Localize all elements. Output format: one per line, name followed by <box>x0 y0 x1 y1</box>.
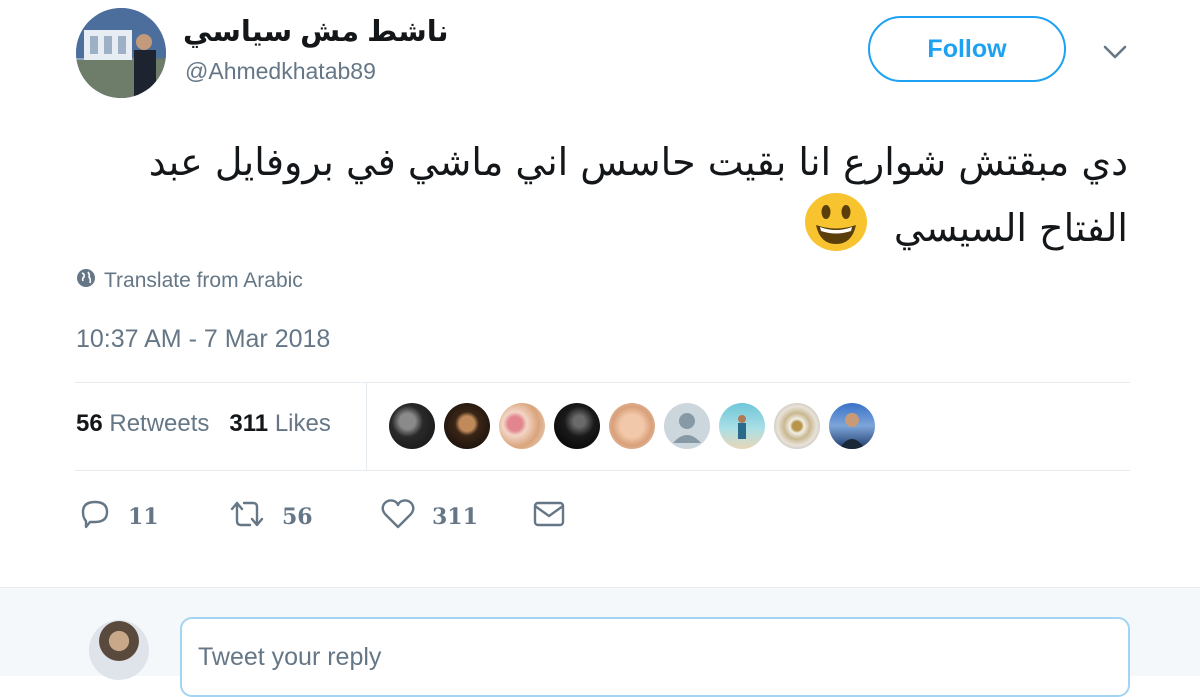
reply-count: 11 <box>128 503 159 530</box>
tweet-text-line-2-words: الفتاح السيسي <box>893 206 1128 250</box>
liker-avatar[interactable] <box>719 403 765 449</box>
heart-icon <box>380 497 416 536</box>
like-count: 311 <box>432 503 478 530</box>
liker-avatars <box>389 403 875 449</box>
tweet-text-line-2: الفتاح السيسي <box>80 192 1128 269</box>
retweets-stat-label: Retweets <box>109 410 210 437</box>
retweet-count: 56 <box>282 503 313 530</box>
stats-bottom-divider <box>75 470 1130 471</box>
liker-avatar[interactable] <box>389 403 435 449</box>
globe-icon <box>76 268 96 294</box>
stats-top-divider <box>75 382 1130 383</box>
reply-icon <box>78 497 112 536</box>
retweets-stat[interactable]: 56 Retweets <box>76 410 209 438</box>
likes-stat-label: Likes <box>274 410 331 437</box>
stats-vertical-divider <box>366 383 367 470</box>
smiley-emoji <box>804 192 868 269</box>
envelope-icon <box>531 497 567 536</box>
reply-input[interactable] <box>180 617 1130 697</box>
retweets-stat-count: 56 <box>76 410 103 437</box>
author-avatar[interactable] <box>76 8 166 98</box>
direct-message-action[interactable] <box>531 497 567 536</box>
liker-avatar[interactable] <box>829 403 875 449</box>
translate-link[interactable]: Translate from Arabic <box>76 268 303 294</box>
tweet-timestamp[interactable]: 10:37 AM - 7 Mar 2018 <box>76 325 330 354</box>
like-action[interactable]: 311 <box>380 497 478 536</box>
retweet-icon <box>228 497 266 536</box>
liker-avatar[interactable] <box>499 403 545 449</box>
author-handle[interactable]: @Ahmedkhatab89 <box>185 58 376 85</box>
liker-avatar[interactable] <box>444 403 490 449</box>
tweet-stats: 56 Retweets 311 Likes <box>76 410 331 438</box>
current-user-avatar[interactable] <box>89 620 149 680</box>
author-display-name[interactable]: ناشط مش سياسي <box>183 14 449 49</box>
liker-avatar[interactable] <box>609 403 655 449</box>
likes-stat[interactable]: 311 Likes <box>229 410 330 438</box>
follow-button[interactable]: Follow <box>868 16 1066 82</box>
retweet-action[interactable]: 56 <box>228 497 313 536</box>
translate-label: Translate from Arabic <box>104 269 303 292</box>
liker-avatar[interactable] <box>554 403 600 449</box>
tweet-text-line-1: دي مبقتش شوارع انا بقيت حاسس اني ماشي في… <box>148 140 1128 184</box>
liker-avatar[interactable] <box>664 403 710 449</box>
likes-stat-count: 311 <box>229 410 269 437</box>
reply-action[interactable]: 11 <box>78 497 159 536</box>
chevron-down-icon[interactable] <box>1101 40 1129 64</box>
tweet-text: دي مبقتش شوارع انا بقيت حاسس اني ماشي في… <box>80 132 1128 269</box>
liker-avatar[interactable] <box>774 403 820 449</box>
